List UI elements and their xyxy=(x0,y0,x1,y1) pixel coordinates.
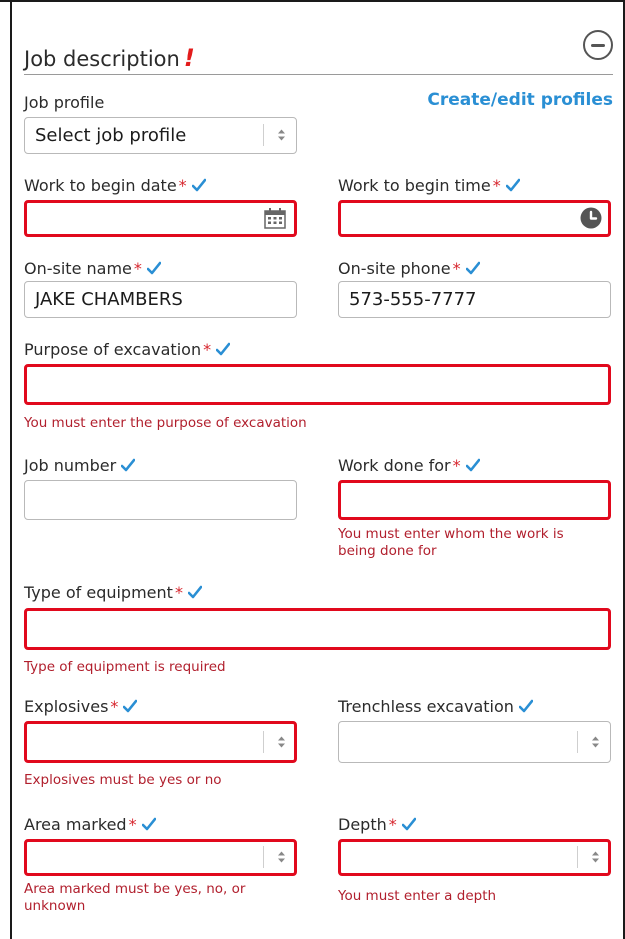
onsite-phone-label: On-site phone * xyxy=(338,259,480,278)
area-marked-error: Area marked must be yes, no, or unknown xyxy=(24,881,245,915)
clock-icon[interactable] xyxy=(580,207,602,229)
explosives-label: Explosives * xyxy=(24,697,137,716)
onsite-name-value: JAKE CHAMBERS xyxy=(35,289,183,310)
select-divider xyxy=(263,124,264,146)
depth-error: You must enter a depth xyxy=(338,888,497,904)
section-title-text: Job description xyxy=(24,47,180,71)
checkmark-icon xyxy=(123,699,137,713)
work-done-for-error: You must enter whom the work is being do… xyxy=(338,526,564,560)
window-left-border xyxy=(10,0,12,939)
area-marked-select[interactable] xyxy=(24,839,297,876)
select-arrows-icon xyxy=(591,735,600,749)
work-done-for-error-line2: being done for xyxy=(338,543,437,559)
required-asterisk: * xyxy=(110,697,119,716)
work-begin-date-label: Work to begin date * xyxy=(24,176,206,195)
work-begin-time-label: Work to begin time * xyxy=(338,176,520,195)
onsite-phone-value: 573-555-7777 xyxy=(349,289,477,310)
minus-circle-icon[interactable] xyxy=(591,44,605,47)
job-number-label-text: Job number xyxy=(24,456,117,475)
select-divider xyxy=(577,731,578,753)
required-asterisk: * xyxy=(128,815,137,834)
area-marked-error-line2: unknown xyxy=(24,898,86,914)
checkmark-icon xyxy=(142,817,156,831)
checkmark-icon xyxy=(402,817,416,831)
purpose-error: You must enter the purpose of excavation xyxy=(24,415,307,431)
required-asterisk: * xyxy=(178,176,187,195)
job-profile-select[interactable]: Select job profile xyxy=(24,117,297,154)
onsite-phone-label-text: On-site phone xyxy=(338,259,451,278)
equipment-input[interactable] xyxy=(24,608,611,650)
explosives-label-text: Explosives xyxy=(24,697,109,716)
purpose-input[interactable] xyxy=(24,364,611,405)
select-arrows-icon xyxy=(277,735,286,749)
purpose-label: Purpose of excavation * xyxy=(24,340,230,359)
equipment-error: Type of equipment is required xyxy=(24,659,226,675)
required-asterisk: * xyxy=(388,815,397,834)
required-asterisk: * xyxy=(174,583,183,602)
select-divider xyxy=(577,846,578,868)
work-begin-date-input[interactable] xyxy=(24,200,297,237)
work-done-for-label-text: Work done for xyxy=(338,456,451,475)
job-profile-value: Select job profile xyxy=(35,125,187,146)
checkmark-icon xyxy=(192,178,206,192)
work-begin-date-label-text: Work to begin date xyxy=(24,176,177,195)
equipment-label-text: Type of equipment xyxy=(24,583,173,602)
job-profile-label: Job profile xyxy=(24,93,105,112)
required-asterisk: * xyxy=(203,340,212,359)
trenchless-label: Trenchless excavation xyxy=(338,697,533,716)
onsite-name-label-text: On-site name xyxy=(24,259,132,278)
section-title: Job description! xyxy=(24,44,195,72)
collapse-button[interactable] xyxy=(583,30,613,60)
select-arrows-icon xyxy=(591,850,600,864)
select-arrows-icon xyxy=(277,850,286,864)
trenchless-label-text: Trenchless excavation xyxy=(338,697,514,716)
checkmark-icon xyxy=(519,699,533,713)
required-asterisk: * xyxy=(492,176,501,195)
required-asterisk: * xyxy=(452,456,461,475)
onsite-name-label: On-site name * xyxy=(24,259,161,278)
calendar-icon[interactable] xyxy=(264,208,286,229)
work-done-for-label: Work done for * xyxy=(338,456,480,475)
select-arrows-icon xyxy=(277,128,286,142)
area-marked-error-line1: Area marked must be yes, no, or xyxy=(24,881,246,897)
work-begin-time-label-text: Work to begin time xyxy=(338,176,491,195)
select-divider xyxy=(263,731,264,753)
required-asterisk: * xyxy=(133,259,142,278)
explosives-error: Explosives must be yes or no xyxy=(24,772,222,788)
explosives-select[interactable] xyxy=(24,721,297,763)
job-number-input[interactable] xyxy=(24,480,297,520)
work-done-for-error-line1: You must enter whom the work is xyxy=(338,526,564,542)
checkmark-icon xyxy=(188,585,202,599)
purpose-label-text: Purpose of excavation xyxy=(24,340,202,359)
section-header: Job description! xyxy=(24,30,613,75)
select-divider xyxy=(263,846,264,868)
trenchless-select[interactable] xyxy=(338,721,611,763)
depth-label-text: Depth xyxy=(338,815,387,834)
equipment-label: Type of equipment * xyxy=(24,583,202,602)
checkmark-icon xyxy=(466,458,480,472)
create-edit-profiles-link[interactable]: Create/edit profiles xyxy=(427,90,613,110)
warning-mark: ! xyxy=(183,44,195,72)
job-number-label: Job number xyxy=(24,456,135,475)
window-top-border xyxy=(0,0,625,2)
work-done-for-input[interactable] xyxy=(338,480,611,520)
depth-select[interactable] xyxy=(338,839,611,876)
area-marked-label: Area marked * xyxy=(24,815,156,834)
checkmark-icon xyxy=(506,178,520,192)
onsite-phone-input[interactable]: 573-555-7777 xyxy=(338,281,611,318)
onsite-name-input[interactable]: JAKE CHAMBERS xyxy=(24,281,297,318)
checkmark-icon xyxy=(121,458,135,472)
checkmark-icon xyxy=(466,261,480,275)
depth-label: Depth * xyxy=(338,815,416,834)
checkmark-icon xyxy=(147,261,161,275)
work-begin-time-input[interactable] xyxy=(338,200,611,237)
required-asterisk: * xyxy=(452,259,461,278)
checkmark-icon xyxy=(216,342,230,356)
area-marked-label-text: Area marked xyxy=(24,815,127,834)
